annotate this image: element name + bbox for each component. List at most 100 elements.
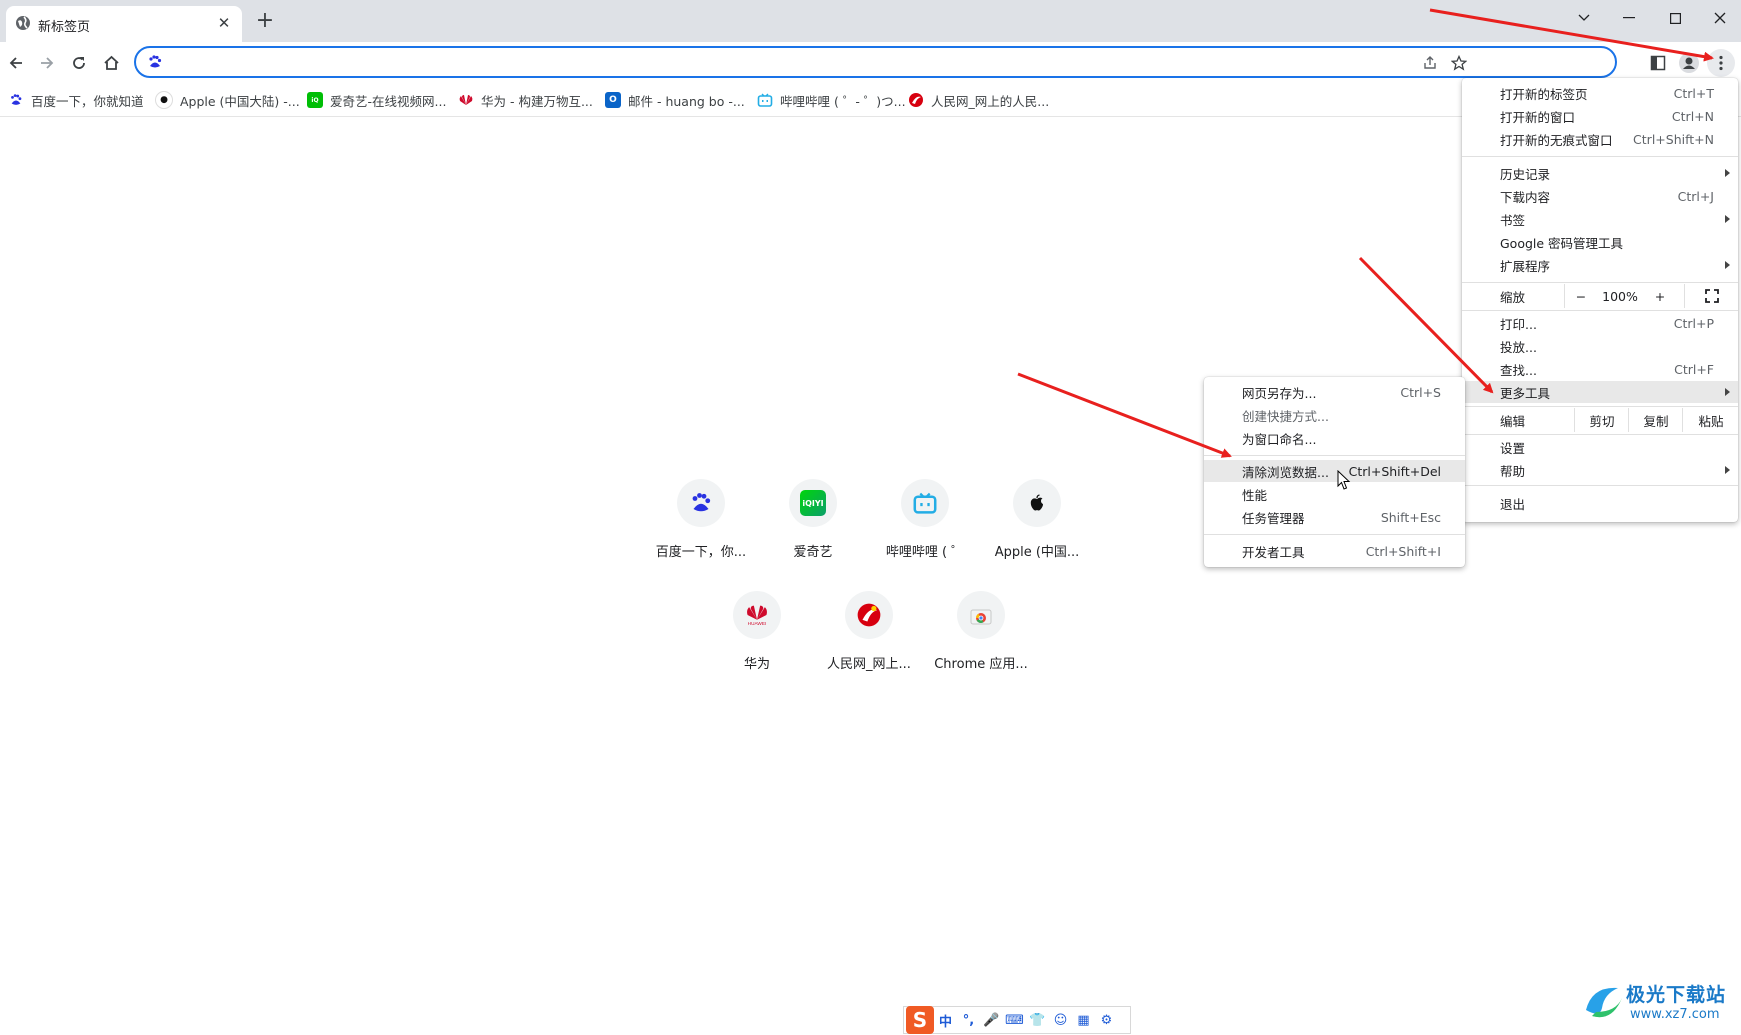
mouse-cursor-icon	[1337, 470, 1351, 490]
new-tab-button[interactable]: +	[254, 10, 276, 33]
share-icon[interactable]	[1420, 53, 1440, 73]
toolbox-icon[interactable]: ▦	[1072, 1008, 1095, 1032]
ime-chinese-mode[interactable]: 中	[934, 1008, 957, 1032]
cut-button[interactable]: 剪切	[1574, 408, 1629, 432]
more-options-icon[interactable]	[1707, 49, 1735, 77]
menu-item-developer-tools[interactable]: 开发者工具 Ctrl+Shift+I	[1204, 540, 1465, 562]
zoom-in-button[interactable]: +	[1644, 284, 1676, 308]
menu-item-new-tab[interactable]: 打开新的标签页 Ctrl+T	[1462, 82, 1738, 104]
menu-item-clear-browsing-data[interactable]: 清除浏览数据... Ctrl+Shift+Del	[1204, 460, 1465, 482]
close-window-icon[interactable]	[1708, 6, 1732, 30]
maximize-icon[interactable]	[1663, 6, 1687, 30]
settings-icon[interactable]: ⚙	[1095, 1008, 1118, 1032]
bookmark-label: 爱奇艺-在线视频网...	[330, 93, 447, 109]
tab-strip: 新标签页 ✕ +	[0, 0, 1741, 42]
menu-edit-row: 编辑 剪切 复制 粘贴	[1462, 408, 1738, 432]
menu-item-passwords[interactable]: Google 密码管理工具	[1462, 231, 1738, 253]
skin-icon[interactable]: 👕	[1026, 1008, 1049, 1032]
tab-new-tab[interactable]: 新标签页 ✕	[6, 6, 242, 42]
watermark-logo-icon	[1586, 987, 1622, 1018]
copy-button[interactable]: 复制	[1628, 408, 1683, 432]
tab-title: 新标签页	[38, 20, 91, 35]
shortcut-label: 华为	[743, 657, 770, 672]
ime-punctuation[interactable]: °,	[957, 1008, 980, 1032]
shortcut-label: Apple (中国...	[994, 545, 1080, 560]
shortcut-tile[interactable]: 哔哩哔哩 ( ゜	[869, 479, 981, 579]
menu-item-exit[interactable]: 退出	[1462, 492, 1738, 514]
menu-item-more-tools[interactable]: 更多工具	[1462, 381, 1738, 403]
side-panel-icon[interactable]	[1644, 49, 1672, 77]
menu-item-print[interactable]: 打印... Ctrl+P	[1462, 312, 1738, 334]
bookmark-item[interactable]: 华为 - 构建万物互...	[458, 90, 593, 110]
menu-item-bookmarks[interactable]: 书签	[1462, 208, 1738, 230]
address-bar[interactable]	[134, 46, 1617, 78]
shortcut-label: 百度一下，你...	[655, 545, 747, 560]
arrow-to-clear-data	[1017, 372, 1232, 458]
menu-item-cast[interactable]: 投放...	[1462, 335, 1738, 357]
huawei-icon	[458, 92, 474, 108]
watermark: 极光下载站 www.xz7.com	[1582, 978, 1732, 1028]
menu-item-save-page[interactable]: 网页另存为... Ctrl+S	[1204, 381, 1465, 403]
forward-icon[interactable]	[33, 49, 61, 77]
bookmark-item[interactable]: iQ 爱奇艺-在线视频网...	[307, 90, 446, 110]
menu-item-name-window[interactable]: 为窗口命名...	[1204, 427, 1465, 449]
menu-separator	[1204, 534, 1465, 535]
shortcut-tile[interactable]: iQIYI 爱奇艺	[757, 479, 869, 579]
apple-icon: ●	[155, 91, 173, 109]
bookmark-star-icon[interactable]	[1449, 53, 1469, 73]
fullscreen-icon[interactable]	[1684, 284, 1739, 308]
reload-icon[interactable]	[65, 49, 93, 77]
shortcut-tile[interactable]: 人民网_网上...	[813, 591, 925, 691]
shortcut-tile[interactable]: Chrome 应用...	[925, 591, 1037, 691]
menu-item-help[interactable]: 帮助	[1462, 459, 1738, 481]
baidu-icon	[677, 479, 725, 527]
more-tools-submenu: 网页另存为... Ctrl+S 创建快捷方式... 为窗口命名... 清除浏览数…	[1204, 377, 1465, 567]
menu-separator	[1204, 455, 1465, 456]
microphone-icon[interactable]: 🎤	[980, 1008, 1003, 1032]
paste-button[interactable]: 粘贴	[1682, 408, 1739, 432]
menu-item-performance[interactable]: 性能	[1204, 483, 1465, 505]
bookmark-item[interactable]: 百度一下，你就知道	[8, 90, 144, 110]
minimize-icon[interactable]	[1617, 6, 1641, 30]
submenu-arrow-icon	[1725, 388, 1730, 396]
profile-avatar-icon[interactable]	[1675, 49, 1703, 77]
menu-item-create-shortcut[interactable]: 创建快捷方式...	[1204, 404, 1465, 426]
menu-item-find[interactable]: 查找... Ctrl+F	[1462, 358, 1738, 380]
menu-separator	[1462, 156, 1738, 157]
chevron-down-icon[interactable]	[1572, 6, 1596, 30]
close-icon[interactable]: ✕	[214, 13, 234, 33]
emoji-icon[interactable]: ☺	[1049, 1008, 1072, 1032]
home-icon[interactable]	[97, 49, 125, 77]
menu-separator	[1462, 310, 1738, 311]
iqiyi-icon: iQ	[307, 92, 323, 108]
back-icon[interactable]	[2, 49, 30, 77]
menu-item-downloads[interactable]: 下载内容 Ctrl+J	[1462, 185, 1738, 207]
bookmark-item[interactable]: 哔哩哔哩 ( ゜- ゜)つ...	[757, 90, 906, 110]
ime-toolbar: S 中 °, 🎤 ⌨ 👕 ☺ ▦ ⚙	[903, 1006, 1131, 1034]
shortcut-label: 爱奇艺	[793, 545, 833, 560]
sogou-logo-icon[interactable]: S	[906, 1006, 934, 1034]
menu-item-task-manager[interactable]: 任务管理器 Shift+Esc	[1204, 506, 1465, 528]
shortcut-tile[interactable]: Apple (中国...	[981, 479, 1093, 579]
chrome-main-menu: 打开新的标签页 Ctrl+T 打开新的窗口 Ctrl+N 打开新的无痕式窗口 C…	[1462, 78, 1738, 522]
shortcut-tile[interactable]: HUAWEI 华为	[701, 591, 813, 691]
menu-zoom-row: 缩放 − 100% +	[1462, 284, 1738, 308]
bookmark-label: 华为 - 构建万物互...	[481, 93, 593, 109]
shortcut-label: 哔哩哔哩 ( ゜	[885, 545, 965, 560]
outlook-icon: O	[605, 92, 621, 108]
menu-item-extensions[interactable]: 扩展程序	[1462, 254, 1738, 276]
shortcut-tile[interactable]: 百度一下，你...	[645, 479, 757, 579]
bookmark-item[interactable]: O 邮件 - huang bo -...	[605, 90, 745, 110]
bookmark-label: 邮件 - huang bo -...	[628, 93, 745, 109]
bilibili-icon	[757, 92, 773, 108]
zoom-out-button[interactable]: −	[1564, 284, 1597, 308]
menu-item-history[interactable]: 历史记录	[1462, 162, 1738, 184]
menu-item-new-window[interactable]: 打开新的窗口 Ctrl+N	[1462, 105, 1738, 127]
huawei-icon: HUAWEI	[733, 591, 781, 639]
keyboard-icon[interactable]: ⌨	[1003, 1008, 1026, 1032]
address-input[interactable]	[176, 52, 1480, 74]
menu-item-settings[interactable]: 设置	[1462, 436, 1738, 458]
menu-item-new-incognito[interactable]: 打开新的无痕式窗口 Ctrl+Shift+N	[1462, 128, 1738, 150]
bookmark-item[interactable]: ● Apple (中国大陆) -...	[155, 90, 300, 110]
bookmark-item[interactable]: 人民网_网上的人民...	[908, 90, 1049, 110]
